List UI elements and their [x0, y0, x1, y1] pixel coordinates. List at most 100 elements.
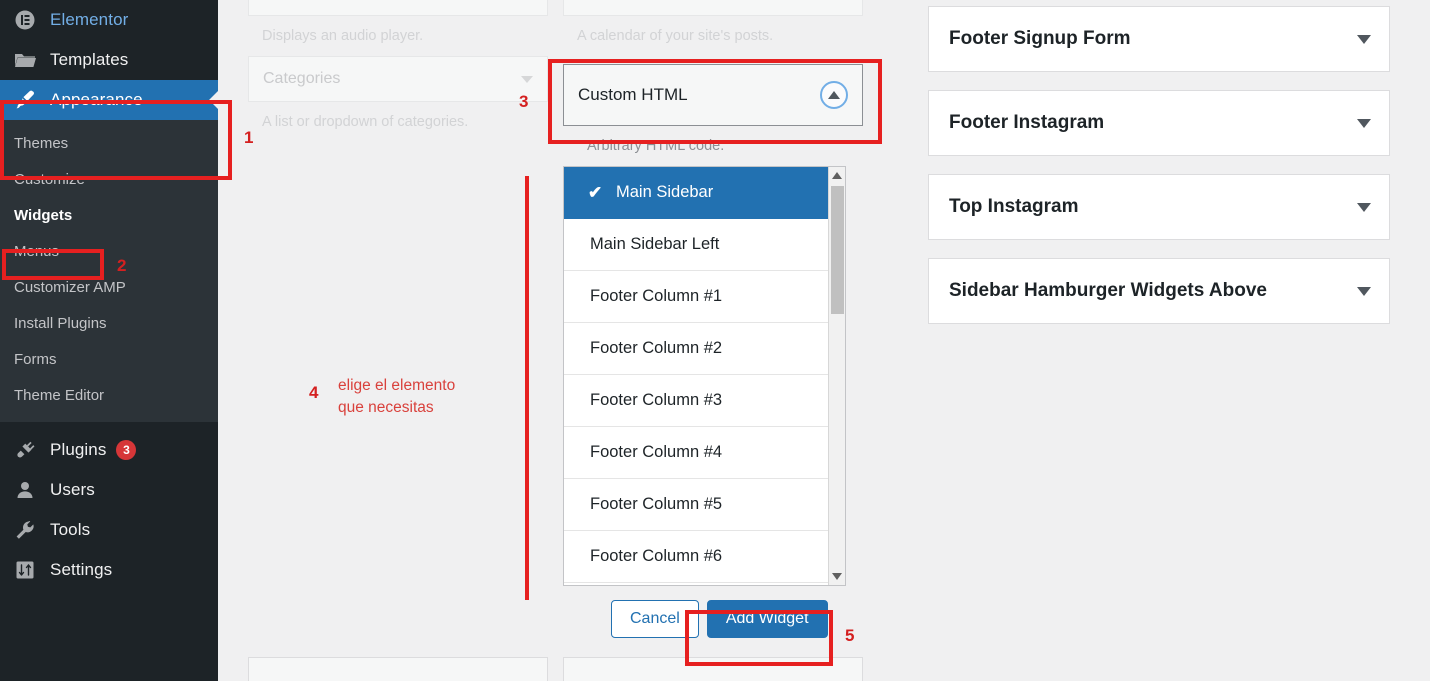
- chevron-up-icon: [828, 91, 840, 99]
- widget-area-sidebar-hamburger[interactable]: Sidebar Hamburger Widgets Above: [928, 258, 1390, 324]
- widget-action-buttons: Cancel Add Widget: [563, 586, 863, 638]
- list-item-label: Main Sidebar: [616, 183, 714, 201]
- widget-card-audio[interactable]: [248, 0, 548, 16]
- list-item[interactable]: Footer Column #6: [564, 531, 845, 583]
- sidebar-item-label: Elementor: [50, 10, 129, 29]
- user-icon: [14, 479, 36, 501]
- sidebar-item-widgets[interactable]: Widgets: [0, 198, 218, 234]
- admin-sidebar: Elementor Templates Appearance Themes Cu…: [0, 0, 218, 681]
- sidebar-item-elementor[interactable]: Elementor: [0, 0, 218, 40]
- sidebar-item-customize[interactable]: Customize: [0, 162, 218, 198]
- annotation-text-step4: elige el elemento que necesitas: [338, 375, 455, 419]
- sidebar-item-label: Users: [50, 480, 95, 499]
- scroll-up-button[interactable]: [829, 167, 845, 184]
- sidebar-item-label: Appearance: [50, 90, 143, 109]
- list-item-label: Footer Column #5: [590, 495, 723, 513]
- sidebar-select-list[interactable]: ✔ Main Sidebar Main Sidebar Left Footer …: [563, 166, 846, 586]
- annotation-text-line1: elige el elemento: [338, 377, 456, 394]
- annotation-text-line2: que necesitas: [338, 399, 434, 416]
- add-widget-button[interactable]: Add Widget: [706, 600, 828, 638]
- chevron-down-icon[interactable]: [1357, 202, 1371, 212]
- elementor-icon: [14, 9, 36, 31]
- annotation-number-1: 1: [244, 128, 254, 147]
- annotation-number-2: 2: [117, 256, 127, 275]
- list-item[interactable]: ✔ Main Sidebar: [564, 167, 845, 219]
- widget-card-description: Displays an audio player.: [262, 28, 424, 44]
- widget-card-custom-html[interactable]: Custom HTML: [563, 64, 863, 126]
- widget-area-footer-instagram[interactable]: Footer Instagram: [928, 90, 1390, 156]
- sidebar-item-menus[interactable]: Menus: [0, 234, 218, 270]
- list-item-label: Footer Column #3: [590, 391, 723, 409]
- triangle-up-icon: [832, 172, 842, 179]
- wrench-icon: [14, 519, 36, 541]
- widget-card-partial[interactable]: [248, 657, 548, 681]
- menu-divider: [0, 422, 218, 430]
- list-scrollbar[interactable]: [828, 167, 845, 585]
- sidebar-item-appearance[interactable]: Appearance: [0, 80, 218, 120]
- sidebar-item-label: Plugins: [50, 440, 107, 459]
- widget-card-title: Categories: [263, 70, 341, 87]
- sidebar-item-templates[interactable]: Templates: [0, 40, 218, 80]
- list-item[interactable]: Footer Column #1: [564, 271, 845, 323]
- sidebar-item-themes[interactable]: Themes: [0, 126, 218, 162]
- sidebar-item-tools[interactable]: Tools: [0, 510, 218, 550]
- scroll-down-button[interactable]: [829, 568, 845, 585]
- widget-card-categories[interactable]: Categories: [248, 56, 548, 102]
- list-item[interactable]: Footer Column #3: [564, 375, 845, 427]
- sidebar-item-theme-editor[interactable]: Theme Editor: [0, 378, 218, 414]
- cancel-button[interactable]: Cancel: [611, 600, 699, 638]
- paintbrush-icon: [14, 89, 36, 111]
- list-item-label: Footer Column #1: [590, 287, 723, 305]
- list-item[interactable]: Footer Column #2: [564, 323, 845, 375]
- widget-area-footer-signup-form[interactable]: Footer Signup Form: [928, 6, 1390, 72]
- annotation-number-3: 3: [519, 92, 529, 111]
- widget-card-partial[interactable]: [563, 657, 863, 681]
- chevron-down-icon: [521, 75, 533, 83]
- list-item[interactable]: Footer Column #4: [564, 427, 845, 479]
- widget-area-top-instagram[interactable]: Top Instagram: [928, 174, 1390, 240]
- sliders-icon: [14, 559, 36, 581]
- widget-areas-panel: Footer Signup Form Footer Instagram Top …: [928, 6, 1390, 342]
- list-item-label: Footer Column #4: [590, 443, 723, 461]
- chevron-down-icon[interactable]: [1357, 286, 1371, 296]
- widgets-page: Displays an audio player. Categories A l…: [218, 0, 1430, 681]
- list-item-label: Main Sidebar Left: [590, 235, 720, 253]
- widget-card-description: Arbitrary HTML code.: [587, 138, 725, 154]
- annotation-line-select-list: [525, 176, 529, 600]
- triangle-down-icon: [832, 573, 842, 580]
- sidebar-item-install-plugins[interactable]: Install Plugins: [0, 306, 218, 342]
- sidebar-item-customizer-amp[interactable]: Customizer AMP: [0, 270, 218, 306]
- list-item[interactable]: Footer Column #5: [564, 479, 845, 531]
- list-item-label: Footer Column #2: [590, 339, 723, 357]
- widget-card-title: Custom HTML: [578, 85, 688, 104]
- sidebar-item-label: Settings: [50, 560, 113, 579]
- sidebar-item-label: Templates: [50, 50, 129, 69]
- sidebar-item-label: Tools: [50, 520, 91, 539]
- widget-area-title: Footer Signup Form: [949, 28, 1131, 49]
- annotation-number-4: 4: [309, 383, 319, 402]
- caret-up-circle-icon[interactable]: [820, 81, 848, 109]
- widget-area-title: Sidebar Hamburger Widgets Above: [949, 280, 1267, 301]
- annotation-number-5: 5: [845, 626, 855, 645]
- sidebar-item-plugins[interactable]: Plugins 3: [0, 430, 218, 470]
- sidebar-item-forms[interactable]: Forms: [0, 342, 218, 378]
- screen: Elementor Templates Appearance Themes Cu…: [0, 0, 1430, 681]
- plugins-update-badge: 3: [116, 440, 137, 460]
- widget-card-description: A list or dropdown of categories.: [262, 114, 469, 130]
- widget-area-title: Footer Instagram: [949, 112, 1105, 133]
- chevron-down-icon[interactable]: [1357, 118, 1371, 128]
- sidebar-item-settings[interactable]: Settings: [0, 550, 218, 590]
- available-widgets-left-column: Displays an audio player. Categories A l…: [248, 0, 548, 142]
- folder-icon: [14, 49, 36, 71]
- sidebar-item-users[interactable]: Users: [0, 470, 218, 510]
- available-widgets-right-column: A calendar of your site's posts. Custom …: [563, 0, 863, 638]
- widget-card-description: A calendar of your site's posts.: [577, 28, 774, 44]
- appearance-submenu: Themes Customize Widgets Menus Customize…: [0, 120, 218, 422]
- check-icon: ✔: [588, 182, 603, 202]
- list-item[interactable]: Main Sidebar Left: [564, 219, 845, 271]
- widget-area-title: Top Instagram: [949, 196, 1079, 217]
- widget-card-calendar[interactable]: [563, 0, 863, 16]
- scrollbar-thumb[interactable]: [831, 186, 844, 314]
- chevron-down-icon[interactable]: [1357, 34, 1371, 44]
- list-item-label: Footer Column #6: [590, 547, 723, 565]
